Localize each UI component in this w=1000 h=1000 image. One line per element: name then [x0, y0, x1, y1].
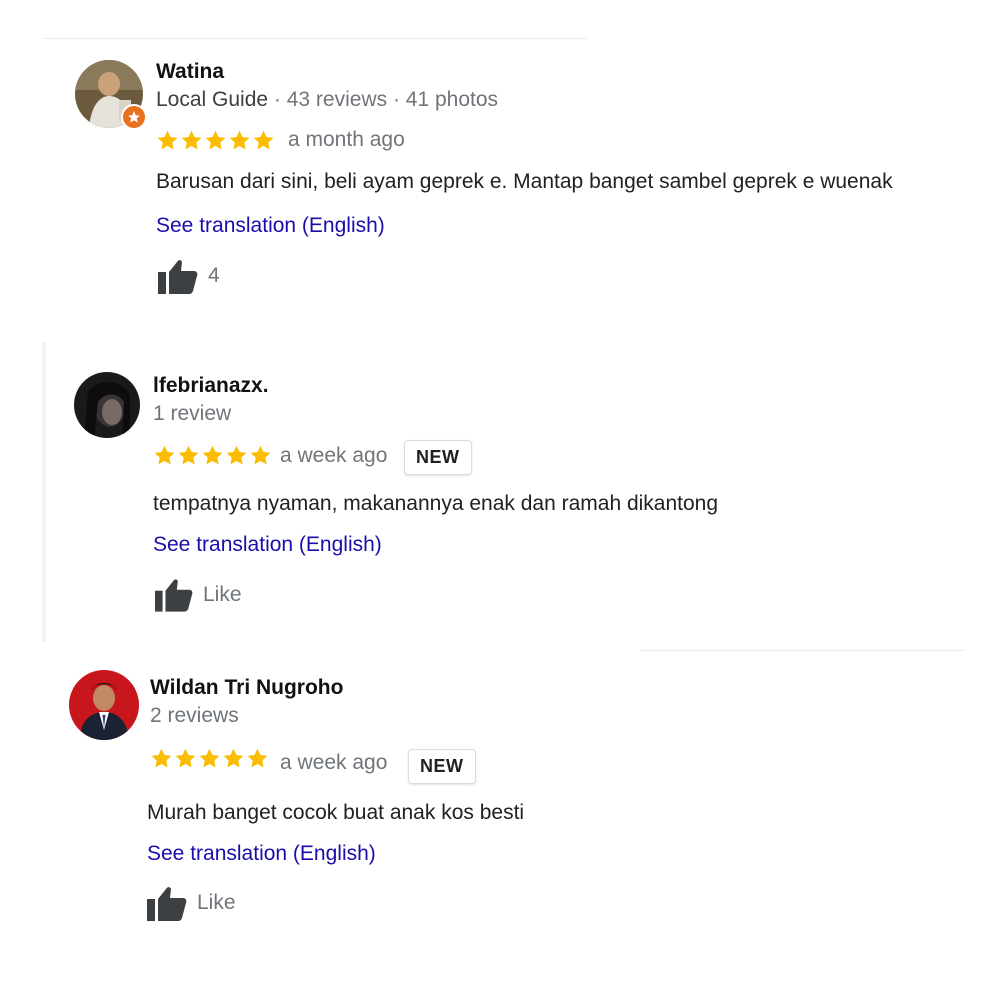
reviewer-name[interactable]: Wildan Tri Nugroho: [150, 676, 343, 700]
avatar[interactable]: [69, 670, 139, 740]
review-text: Murah banget cocok buat anak kos besti: [147, 801, 525, 824]
like-button[interactable]: 4: [158, 258, 220, 294]
new-badge: NEW: [404, 440, 472, 475]
reviews-page: Watina Local Guide · 43 reviews · 41 pho…: [0, 0, 1000, 1000]
star-icon: [247, 748, 268, 768]
avatar[interactable]: [75, 60, 147, 130]
star-icon: [175, 748, 196, 768]
divider: [42, 342, 46, 642]
reviewer-stats: · 43 reviews · 41 photos: [268, 88, 499, 111]
star-icon: [229, 130, 250, 150]
star-icon: [205, 130, 226, 150]
review-date: a week ago: [280, 751, 388, 774]
new-badge: NEW: [408, 749, 476, 784]
star-icon: [157, 130, 178, 150]
reviewer-stats[interactable]: 1 review: [153, 402, 231, 426]
see-translation-link[interactable]: See translation (English): [156, 214, 385, 238]
like-button[interactable]: Like: [147, 885, 236, 921]
star-icon: [178, 445, 199, 465]
reviewer-name[interactable]: Watina: [156, 60, 224, 84]
star-icon: [253, 130, 274, 150]
divider: [640, 650, 965, 651]
like-label: Like: [197, 891, 236, 914]
star-rating: [156, 129, 275, 152]
profile-photo-icon: [69, 670, 139, 740]
star-icon: [199, 748, 220, 768]
star-rating: [150, 747, 269, 770]
see-translation-link[interactable]: See translation (English): [153, 533, 382, 557]
avatar[interactable]: [74, 372, 140, 438]
star-icon: [223, 748, 244, 768]
see-translation-link[interactable]: See translation (English): [147, 842, 376, 866]
star-rating: [153, 444, 272, 467]
review-date: a month ago: [288, 128, 405, 151]
star-icon: [151, 748, 172, 768]
thumbs-up-icon: [147, 887, 187, 921]
thumbs-up-icon: [155, 579, 193, 612]
reviewer-meta[interactable]: Local Guide · 43 reviews · 41 photos: [156, 88, 498, 112]
review-text: tempatnya nyaman, makanannya enak dan ra…: [153, 492, 719, 515]
review-text: Barusan dari sini, beli ayam geprek e. M…: [156, 170, 893, 193]
star-icon: [154, 445, 175, 465]
star-icon: [226, 445, 247, 465]
like-button[interactable]: Like: [155, 577, 242, 612]
star-icon: [181, 130, 202, 150]
divider-top: [42, 38, 587, 39]
profile-photo-icon: [74, 372, 140, 438]
reviewer-stats[interactable]: 2 reviews: [150, 704, 239, 728]
star-icon: [250, 445, 271, 465]
reviewer-name[interactable]: lfebrianazx.: [153, 374, 269, 398]
like-label: Like: [203, 582, 242, 606]
thumbs-up-icon: [158, 260, 198, 294]
review-date: a week ago: [280, 444, 388, 467]
local-guide-label: Local Guide: [156, 88, 269, 111]
star-icon: [202, 445, 223, 465]
like-count: 4: [208, 264, 220, 287]
local-guide-badge-icon: [121, 104, 147, 130]
